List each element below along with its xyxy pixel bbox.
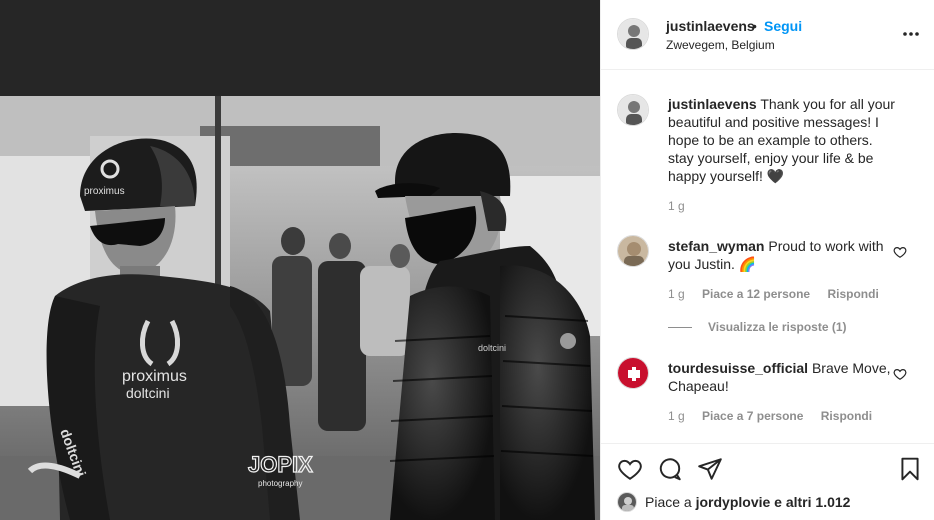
comment-likes-count[interactable]: Piace a 12 persone: [702, 287, 810, 301]
comment-bubble-icon[interactable]: [657, 456, 683, 482]
photo-panel: proximus proximus doltcini doltcini dolt…: [0, 0, 600, 520]
watermark-text: JOPIX: [248, 452, 313, 477]
post-location[interactable]: Zwevegem, Belgium: [666, 38, 775, 52]
follow-button[interactable]: Segui: [764, 18, 802, 34]
view-replies-label: Visualizza le risposte (1): [708, 320, 847, 334]
post-photo-image: proximus proximus doltcini doltcini dolt…: [0, 96, 600, 520]
instagram-post-modal: proximus proximus doltcini doltcini dolt…: [0, 0, 934, 520]
jersey-proximus-text: proximus: [122, 368, 187, 385]
likes-prefix: Piace a: [645, 494, 696, 510]
author-username[interactable]: justinlaevens: [666, 18, 755, 34]
author-avatar[interactable]: [617, 18, 649, 50]
liker-avatar[interactable]: [617, 492, 637, 512]
share-paper-plane-icon[interactable]: [697, 456, 723, 482]
reply-button[interactable]: Rispondi: [827, 287, 878, 301]
caption-avatar[interactable]: [617, 94, 649, 126]
caption-username[interactable]: justinlaevens: [668, 96, 757, 112]
helmet-logo-text: proximus: [84, 186, 125, 197]
caption-meta: 1 g: [668, 199, 699, 213]
post-header: justinlaevens • Segui Zwevegem, Belgium: [601, 0, 934, 70]
likes-others[interactable]: e altri 1.012: [770, 494, 850, 510]
comment-like-heart-icon[interactable]: [893, 245, 907, 259]
like-heart-icon[interactable]: [617, 456, 643, 482]
replies-divider-line: [668, 327, 692, 329]
view-replies-button[interactable]: Visualizza le risposte (1): [668, 320, 847, 334]
comment-meta: 1 g Piace a 12 persone Rispondi: [668, 287, 893, 301]
comment-like-heart-icon[interactable]: [893, 367, 907, 381]
commenter-username[interactable]: stefan_wyman: [668, 238, 764, 254]
caption-text: justinlaevens Thank you for all your bea…: [668, 95, 900, 185]
commenter-avatar[interactable]: [617, 357, 649, 389]
post-actions: Piace a jordyplovie e altri 1.012: [601, 443, 934, 520]
comment-text: stefan_wyman Proud to work with you Just…: [668, 237, 900, 273]
liker-username[interactable]: jordyplovie: [696, 494, 771, 510]
comment-time[interactable]: 1 g: [668, 409, 685, 423]
jersey-doltcini-text: doltcini: [126, 385, 170, 401]
comment-text: tourdesuisse_official Brave Move, Chapea…: [668, 359, 900, 395]
commenter-avatar[interactable]: [617, 235, 649, 267]
post-photo[interactable]: proximus proximus doltcini doltcini dolt…: [0, 96, 600, 520]
commenter-username[interactable]: tourdesuisse_official: [668, 360, 808, 376]
comment-time[interactable]: 1 g: [668, 287, 685, 301]
likes-text: Piace a jordyplovie e altri 1.012: [645, 494, 850, 510]
separator-dot: •: [752, 18, 757, 34]
bookmark-icon[interactable]: [897, 456, 923, 482]
caption-time[interactable]: 1 g: [668, 199, 685, 213]
comment-likes-count[interactable]: Piace a 7 persone: [702, 409, 803, 423]
hoodie-logo-text: doltcini: [478, 343, 506, 353]
comment-meta: 1 g Piace a 7 persone Rispondi: [668, 409, 886, 423]
post-sidebar: justinlaevens • Segui Zwevegem, Belgium …: [600, 0, 934, 520]
photo-top-band: [0, 0, 600, 96]
watermark-subtext: photography: [258, 479, 302, 488]
reply-button[interactable]: Rispondi: [821, 409, 872, 423]
more-horizontal-icon[interactable]: [897, 24, 925, 44]
comments-list[interactable]: justinlaevens Thank you for all your bea…: [601, 71, 934, 443]
